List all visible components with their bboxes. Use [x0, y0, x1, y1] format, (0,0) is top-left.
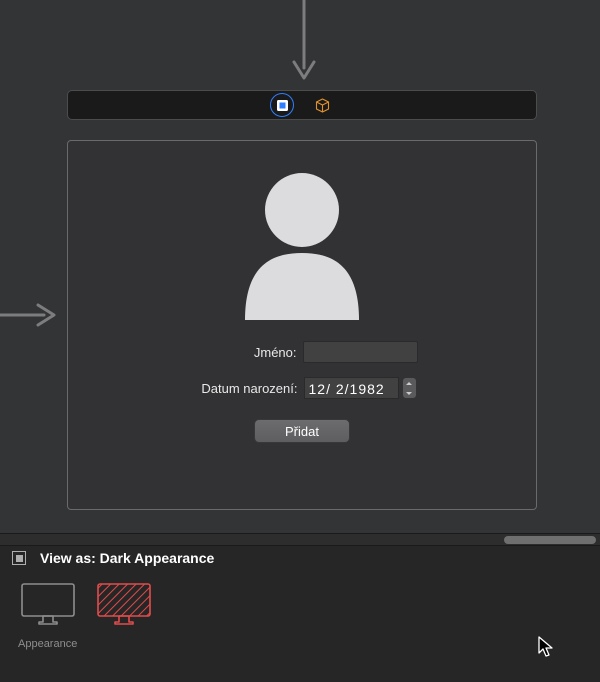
- name-field[interactable]: [303, 341, 418, 363]
- bottom-inspector: View as: Dark Appearance Appearance: [0, 540, 600, 682]
- dob-stepper[interactable]: [402, 377, 417, 399]
- view-as-label: View as: Dark Appearance: [40, 550, 214, 566]
- add-button[interactable]: Přidat: [254, 419, 350, 443]
- preview-view[interactable]: Jméno: Datum narození: 12/ 2/1982 Přidat: [67, 140, 537, 510]
- dob-label: Datum narození:: [188, 381, 298, 396]
- layout-guide-arrow-down: [290, 0, 318, 89]
- appearance-caption: Appearance: [18, 638, 77, 650]
- horizontal-scrollbar[interactable]: [0, 533, 600, 546]
- view-object-icon[interactable]: [274, 97, 290, 113]
- appearance-dark-option[interactable]: [95, 582, 153, 650]
- appearance-options: Appearance: [0, 582, 600, 650]
- stepper-up-icon[interactable]: [406, 382, 412, 385]
- dob-value[interactable]: 12/ 2/1982: [304, 377, 399, 399]
- canvas-container: Jméno: Datum narození: 12/ 2/1982 Přidat: [67, 90, 537, 510]
- avatar-placeholder-icon: [227, 165, 377, 323]
- package-object-icon[interactable]: [314, 97, 330, 113]
- scrollbar-thumb[interactable]: [504, 536, 596, 544]
- monitor-light-icon: [19, 582, 77, 626]
- name-label: Jméno:: [187, 345, 297, 360]
- layout-guide-arrow-right: [0, 300, 60, 333]
- name-row: Jméno:: [187, 341, 418, 363]
- form: Jméno: Datum narození: 12/ 2/1982 Přidat: [187, 341, 418, 443]
- cursor-icon: [538, 636, 554, 661]
- dob-field[interactable]: 12/ 2/1982: [304, 377, 417, 399]
- dob-row: Datum narození: 12/ 2/1982: [188, 377, 417, 399]
- monitor-dark-icon: [95, 582, 153, 626]
- appearance-light-option[interactable]: Appearance: [18, 582, 77, 650]
- stepper-down-icon[interactable]: [406, 392, 412, 395]
- disclosure-toggle-icon[interactable]: [12, 551, 26, 565]
- object-toolbar: [67, 90, 537, 120]
